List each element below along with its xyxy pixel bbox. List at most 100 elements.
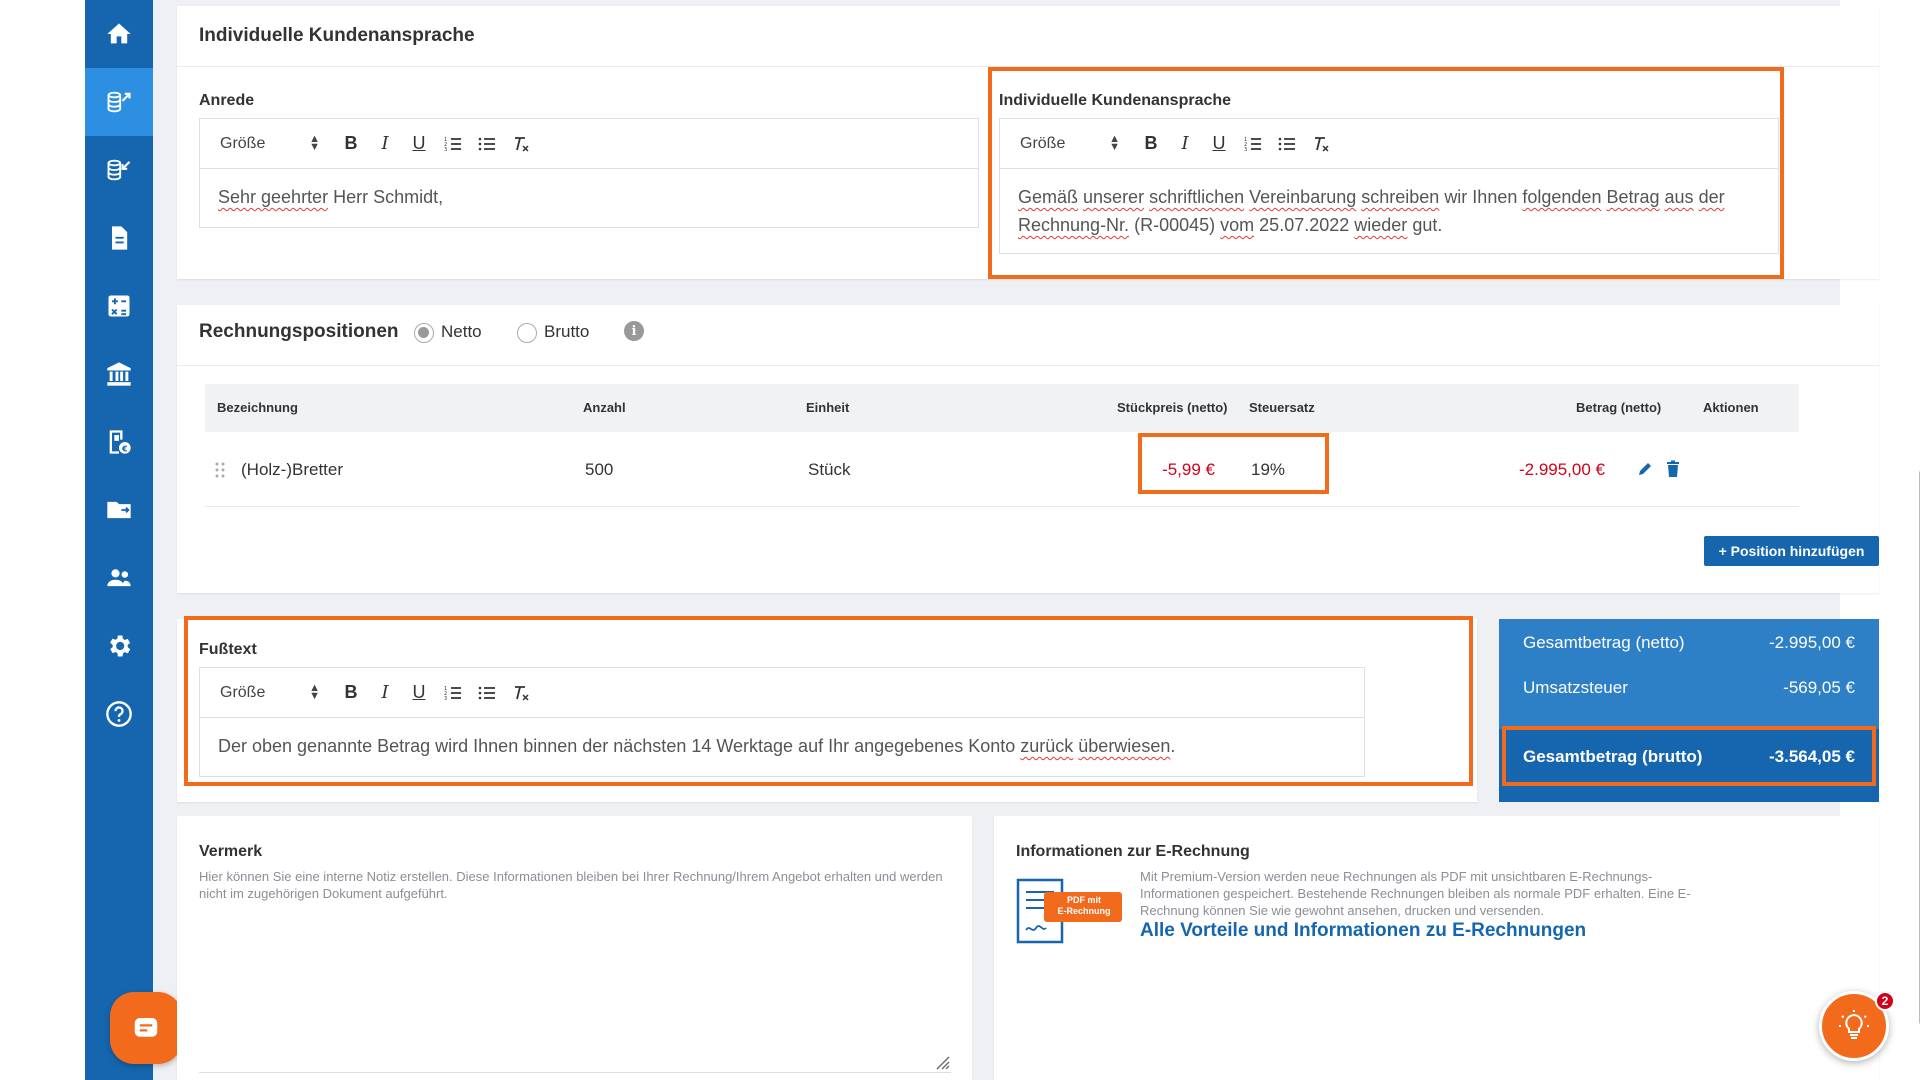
chat-button[interactable] [110,992,182,1064]
italic-button[interactable]: I [368,678,402,708]
text-segment: . [1170,736,1176,756]
clear-format-button[interactable] [1304,129,1338,159]
sidebar-item-outgoing-invoices[interactable] [85,68,153,136]
salutation-text[interactable]: Sehr geehrter Herr Schmidt, [200,169,978,225]
einvoice-title: Informationen zur E-Rechnung [1016,843,1250,860]
cell-bezeichnung: (Holz-)Bretter [241,460,344,479]
sidebar-item-receipts[interactable]: € [85,408,153,476]
cell-einheit: Stück [808,460,851,479]
text-word: schriftlichen [1149,187,1245,207]
col-aktionen: Aktionen [1703,400,1759,415]
font-size-select[interactable]: Größe ▲ ▼ [220,133,320,153]
cell-steuersatz: 19% [1251,460,1286,479]
sidebar-item-bank[interactable] [85,340,153,408]
add-position-button[interactable]: + Position hinzufügen [1704,536,1879,566]
drag-handle-icon[interactable] [215,461,225,479]
einvoice-link[interactable]: Alle Vorteile und Informationen zu E-Rec… [1140,920,1586,942]
text-segment: Der oben genannte Betrag wird Ihnen binn… [218,736,1021,756]
sidebar-item-contacts[interactable] [85,544,153,612]
document-icon [112,226,128,250]
custom-greeting-text[interactable]: Gemäß unserer schriftlichen Vereinbarung… [1000,169,1778,253]
underline-button[interactable]: U [402,129,436,159]
bullet-list-button[interactable] [470,129,504,159]
ordered-list-icon: 123 [444,137,461,153]
ordered-list-button[interactable]: 123 [436,678,470,708]
bullet-list-button[interactable] [1270,129,1304,159]
bullet-list-button[interactable] [470,678,504,708]
radio-netto[interactable] [414,323,434,343]
italic-button[interactable]: I [1168,129,1202,159]
badge-line: PDF mit [1066,895,1101,905]
footer-text-editor[interactable]: Größe ▲ ▼ B I U 123 Der oben genannte Betr… [199,667,1365,777]
col-steuersatz: Steuersatz [1249,400,1315,415]
salutation-toolbar: Größe ▲ ▼ B I U 123 [200,119,978,169]
bold-button[interactable]: B [1134,129,1168,159]
footer-text-content[interactable]: Der oben genannte Betrag wird Ihnen binn… [200,718,1364,774]
clear-format-button[interactable] [504,678,538,708]
resize-handle-icon[interactable] [935,1055,951,1071]
note-card: Vermerk Hier können Sie eine interne Not… [177,816,972,1080]
clear-format-icon [1315,136,1329,152]
text-word: wieder [1354,215,1408,235]
bold-button[interactable]: B [334,129,368,159]
sidebar-item-incoming-invoices[interactable] [85,136,153,204]
app-frame: € Individuelle Kundenansprache Anrede Gr… [85,0,1920,1080]
total-net-value: -2.995,00 € [1768,633,1855,652]
greeting-card: Individuelle Kundenansprache Anrede Größ… [177,6,1879,279]
text-word: vom [1220,215,1255,235]
col-bezeichnung: Bezeichnung [217,400,298,415]
lightbulb-icon [1839,1010,1869,1039]
note-textarea[interactable] [199,911,951,1073]
svg-text:3: 3 [444,696,447,702]
edit-icon[interactable] [1636,460,1654,478]
totals-panel: Gesamtbetrag (netto) -2.995,00 € Umsatzst… [1499,619,1879,802]
positions-card: Rechnungspositionen Netto Brutto i [177,305,1879,593]
total-net-label: Gesamtbetrag (netto) [1523,633,1685,652]
positions-table-header: Bezeichnung Anzahl Einheit Stückpreis (n… [205,384,1799,432]
total-gross-row: Gesamtbetrag (brutto) -3.564,05 € [1523,747,1855,767]
info-icon[interactable]: i [624,321,644,341]
ordered-list-button[interactable]: 123 [1236,129,1270,159]
bullet-list-icon [478,137,495,150]
text-word: wir Ihnen [1444,187,1518,207]
cell-stueckpreis: -5,99 € [1162,460,1215,479]
col-einheit: Einheit [806,400,850,415]
text-word: unserer [1083,187,1145,207]
delete-icon[interactable] [1665,460,1681,478]
font-size-select[interactable]: Größe ▲ ▼ [220,682,320,702]
underline-button[interactable]: U [1202,129,1236,159]
bold-button[interactable]: B [334,678,368,708]
sidebar-item-help[interactable] [85,680,153,748]
receipt-euro-icon: € [109,430,131,454]
italic-button[interactable]: I [368,129,402,159]
font-size-select[interactable]: Größe ▲ ▼ [1020,132,1120,153]
sidebar-item-calculator[interactable] [85,272,153,340]
salutation-label: Anrede [199,92,255,109]
underline-button[interactable]: U [402,678,436,708]
sidebar-item-documents[interactable] [85,204,153,272]
radio-brutto[interactable] [517,323,537,343]
total-gross-label: Gesamtbetrag (brutto) [1523,747,1703,766]
ordered-list-button[interactable]: 123 [436,129,470,159]
footer-text-card: Fußtext Größe ▲ ▼ B I U 123 Der oben genan… [177,619,1477,802]
einvoice-card: Informationen zur E-Rechnung PDF mit E-Re… [994,816,1879,1080]
clear-format-icon [515,136,529,152]
cell-anzahl: 500 [585,460,614,479]
select-arrows-icon: ▲ ▼ [1109,132,1120,153]
salutation-editor[interactable]: Größe ▲ ▼ B I U 123 Sehr geehrter Herr Sch… [199,118,979,228]
sidebar-item-home[interactable] [85,0,153,68]
font-size-label: Größe [220,134,266,152]
sidebar-item-settings[interactable] [85,612,153,680]
custom-greeting-editor[interactable]: Größe ▲ ▼ B I U 123 Gemäß unserer schriftl… [999,118,1779,254]
einvoice-badge-text: PDF mit E-Rechnung [1050,895,1118,917]
outgoing-invoices-icon [107,91,131,113]
badge-line: E-Rechnung [1057,906,1111,916]
sidebar: € [85,0,153,1080]
bullet-list-icon [1278,137,1295,150]
total-net-row: Gesamtbetrag (netto) -2.995,00 € [1523,633,1855,653]
text-word: (R-00045) [1134,215,1216,235]
svg-text:3: 3 [1244,147,1247,153]
positions-title: Rechnungspositionen [199,321,399,342]
sidebar-item-folders[interactable] [85,476,153,544]
clear-format-button[interactable] [504,129,538,159]
